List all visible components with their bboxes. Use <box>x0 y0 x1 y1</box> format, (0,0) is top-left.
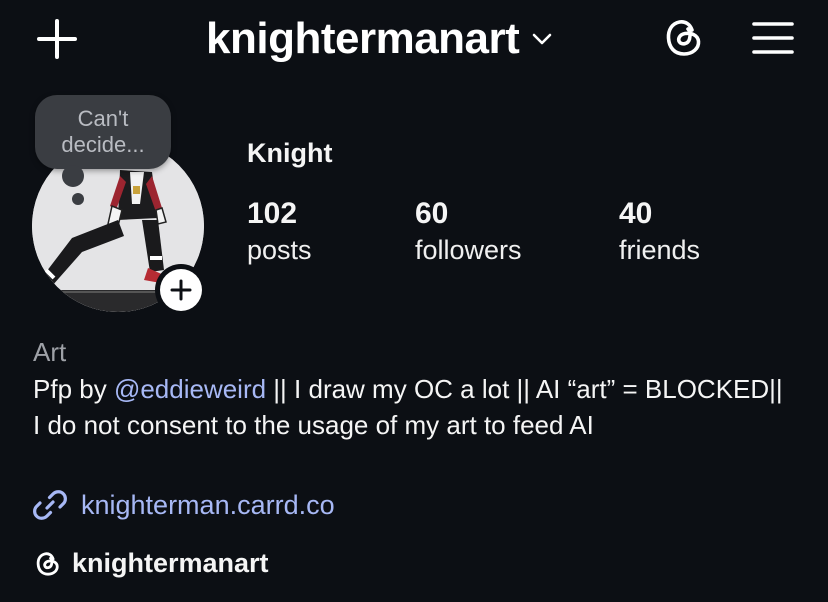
threads-button[interactable] <box>660 14 708 62</box>
plus-icon <box>37 19 77 59</box>
account-switcher[interactable]: knightermanart <box>206 14 553 64</box>
note-bubble[interactable]: Can't decide... <box>35 95 171 169</box>
profile-username: knightermanart <box>206 14 520 63</box>
plus-icon <box>170 279 192 301</box>
stat-label: posts <box>247 235 312 265</box>
threads-icon <box>36 551 59 576</box>
stat-label: followers <box>415 235 522 265</box>
create-post-button[interactable] <box>34 16 80 62</box>
profile-category: Art <box>33 337 67 367</box>
threads-profile-badge[interactable]: knightermanart <box>34 548 269 579</box>
friends-count[interactable]: 40 friends <box>619 196 700 268</box>
menu-button[interactable] <box>748 14 798 62</box>
threads-icon <box>666 20 701 56</box>
stat-label: friends <box>619 235 701 265</box>
link-icon <box>33 490 67 520</box>
display-name: Knight <box>247 138 333 168</box>
external-link-text: knighterman.carrd.co <box>81 489 335 520</box>
chevron-down-icon <box>531 32 553 46</box>
hamburger-menu-icon <box>752 22 794 54</box>
stat-value: 60 <box>415 197 449 230</box>
note-bubble-tail-small <box>72 193 84 205</box>
threads-handle: knightermanart <box>72 548 269 578</box>
note-bubble-tail <box>62 165 84 187</box>
bio-mention-link[interactable]: @eddieweird <box>114 374 266 404</box>
posts-count[interactable]: 102 posts <box>247 196 312 268</box>
followers-count[interactable]: 60 followers <box>415 196 522 268</box>
add-story-button[interactable] <box>155 264 207 316</box>
external-link[interactable]: knighterman.carrd.co <box>33 488 335 522</box>
stat-value: 40 <box>619 197 653 230</box>
bio-text: Pfp by @eddieweird || I draw my OC a lot… <box>33 371 793 443</box>
top-bar: knightermanart <box>0 0 828 80</box>
stat-value: 102 <box>247 197 298 230</box>
bio-prefix: Pfp by <box>33 374 114 404</box>
note-text: Can't decide... <box>61 106 145 157</box>
